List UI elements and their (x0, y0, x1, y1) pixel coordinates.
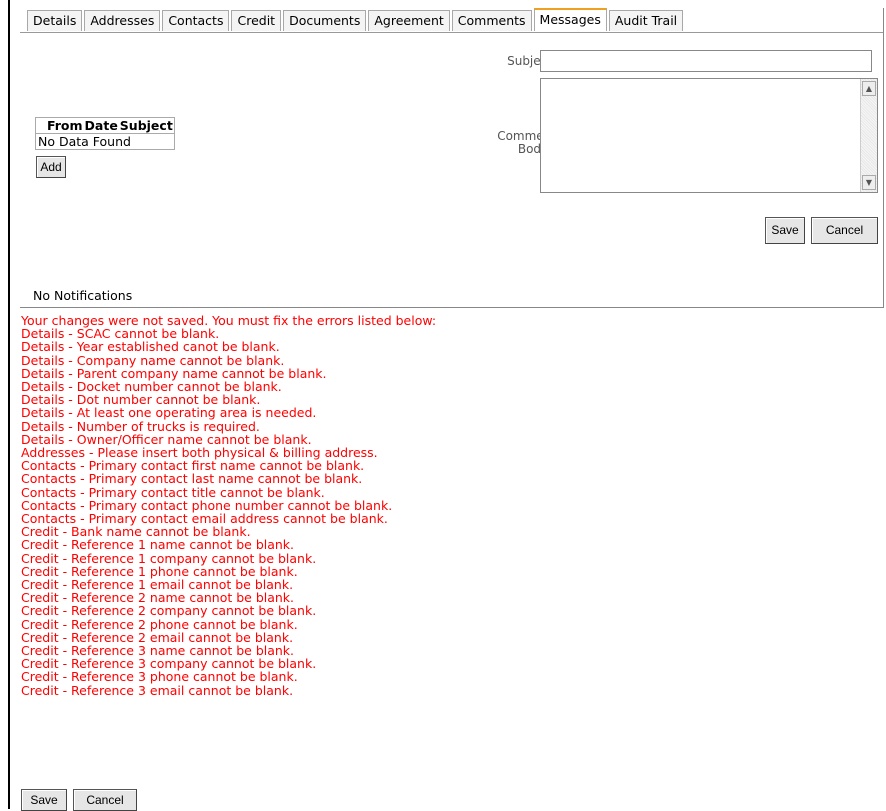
comment-body-scrollbar[interactable]: ▲ ▼ (860, 79, 877, 192)
error-item: Contacts - Primary contact last name can… (21, 471, 363, 487)
error-item: Details - Number of trucks is required. (21, 418, 260, 434)
error-item: Credit - Reference 1 name cannot be blan… (21, 537, 295, 553)
tab-comments[interactable]: Comments (451, 10, 532, 31)
add-message-button[interactable]: Add (36, 156, 66, 178)
tab-contacts[interactable]: Contacts (162, 10, 230, 31)
comment-body-textarea[interactable]: ▲ ▼ (540, 78, 878, 193)
error-item: Credit - Reference 3 phone cannot be bla… (21, 669, 298, 685)
error-item: Details - Year established canot be blan… (21, 339, 280, 355)
save-button[interactable]: Save (21, 789, 67, 811)
subject-input[interactable] (540, 50, 872, 72)
error-item: Credit - Reference 3 email cannot be bla… (21, 682, 294, 698)
tab-audit-trail[interactable]: Audit Trail (608, 10, 684, 31)
tab-credit[interactable]: Credit (231, 10, 282, 31)
tab-details[interactable]: Details (27, 10, 83, 31)
column-date: Date (83, 117, 119, 134)
column-from: From (46, 117, 84, 134)
tab-agreement[interactable]: Agreement (368, 10, 450, 31)
table-row: No Data Found (36, 134, 175, 150)
scroll-up-icon[interactable]: ▲ (862, 81, 876, 96)
error-item: Details - Company name cannot be blank. (21, 352, 285, 368)
scroll-down-icon[interactable]: ▼ (862, 175, 876, 190)
record-panel: Details Addresses Contacts Credit Documents A… (20, 8, 884, 308)
column-subject: Subject (118, 117, 175, 134)
error-item: Contacts - Primary contact title cannot … (21, 484, 325, 500)
cancel-button[interactable]: Cancel (73, 789, 137, 811)
left-border (8, 0, 10, 809)
error-item: Credit - Reference 2 phone cannot be bla… (21, 616, 298, 632)
message-cancel-button[interactable]: Cancel (811, 217, 878, 244)
tab-documents[interactable]: Documents (283, 10, 367, 31)
tab-addresses[interactable]: Addresses (84, 10, 161, 31)
message-save-button[interactable]: Save (765, 217, 805, 244)
no-data-text: No Data Found (38, 134, 131, 149)
table-corner (35, 117, 46, 134)
tab-messages[interactable]: Messages (533, 8, 607, 31)
messages-table-header: From Date Subject (35, 117, 175, 134)
notifications-text: No Notifications (33, 288, 133, 303)
tab-bar: Details Addresses Contacts Credit Documents A… (20, 8, 883, 33)
error-item: Details - At least one operating area is… (21, 405, 317, 421)
messages-table: From Date Subject No Data Found (35, 117, 175, 150)
error-item: Credit - Reference 2 company cannot be b… (21, 603, 317, 619)
tab-list: Details Addresses Contacts Credit Documents A… (27, 8, 685, 31)
error-item: Credit - Reference 1 company cannot be b… (21, 550, 317, 566)
error-list: Your changes were not saved. You must fi… (21, 314, 436, 697)
